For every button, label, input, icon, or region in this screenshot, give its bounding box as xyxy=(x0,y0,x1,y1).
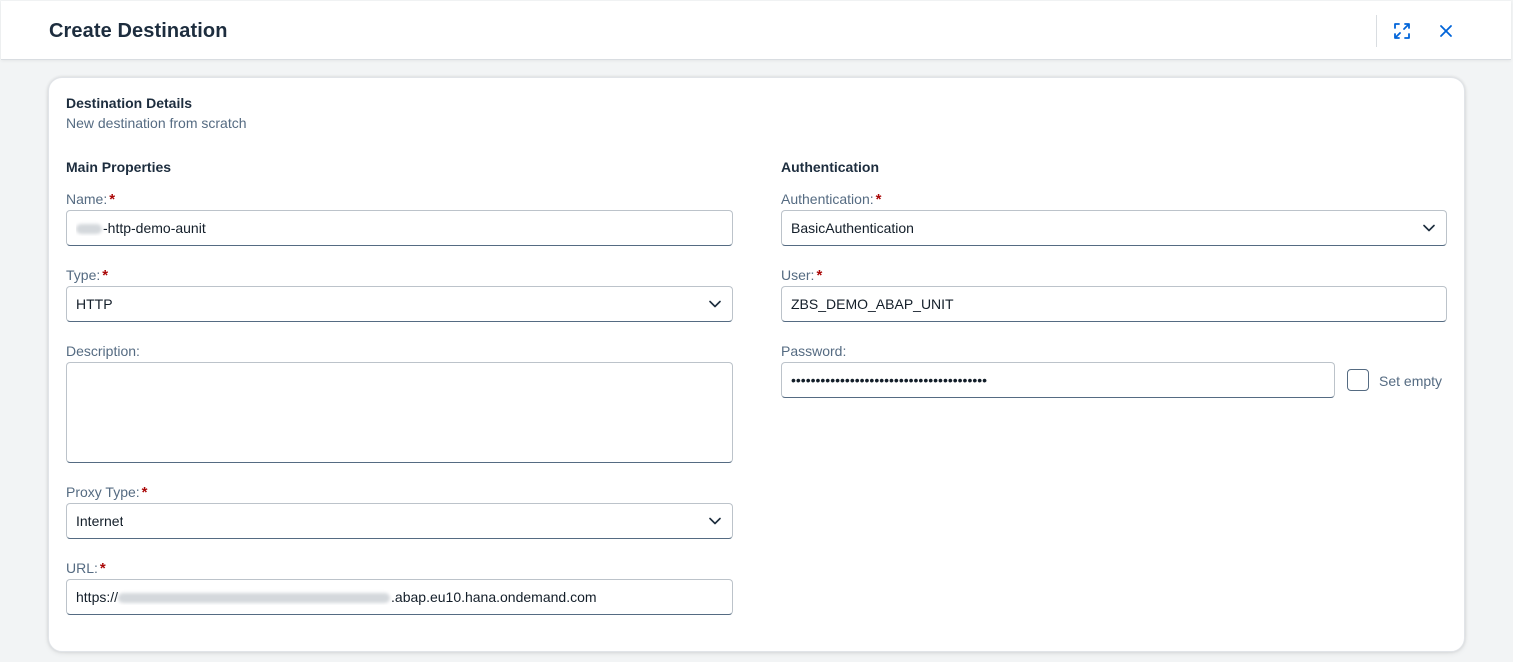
type-label: Type: * xyxy=(66,267,108,284)
close-icon xyxy=(1440,25,1452,37)
password-input[interactable]: •••••••••••••••••••••••••••••••••••••••• xyxy=(781,362,1335,398)
proxy-type-select[interactable]: Internet xyxy=(66,503,733,539)
required-marker: * xyxy=(109,191,116,208)
main-properties-title: Main Properties xyxy=(66,159,172,175)
type-label-text: Type: xyxy=(66,267,101,283)
name-value-text: -http-demo-aunit xyxy=(103,220,206,236)
authentication-title: Authentication xyxy=(781,159,879,175)
page-title: Create Destination xyxy=(49,20,228,42)
chevron-down-icon xyxy=(708,297,722,311)
user-value: ZBS_DEMO_ABAP_UNIT xyxy=(791,296,954,312)
description-textarea[interactable] xyxy=(66,362,733,463)
card-subtitle: New destination from scratch xyxy=(66,115,247,131)
required-marker: * xyxy=(816,267,823,284)
password-value: •••••••••••••••••••••••••••••••••••••••• xyxy=(791,372,988,388)
redacted-prefix xyxy=(76,224,102,235)
name-value: -http-demo-aunit xyxy=(76,220,206,236)
user-label: User: * xyxy=(781,267,822,284)
fullscreen-icon xyxy=(1394,23,1410,39)
chevron-down-icon xyxy=(708,514,722,528)
authentication-value: BasicAuthentication xyxy=(791,220,914,236)
destination-details-card: Destination Details New destination from… xyxy=(48,77,1465,652)
name-input[interactable]: -http-demo-aunit xyxy=(66,210,733,246)
url-label-text: URL: xyxy=(66,560,98,576)
required-marker: * xyxy=(102,267,109,284)
required-marker: * xyxy=(875,191,882,208)
user-label-text: User: xyxy=(781,267,815,283)
set-empty-checkbox[interactable] xyxy=(1347,369,1369,391)
authentication-label: Authentication: * xyxy=(781,191,881,208)
description-label-text: Description: xyxy=(66,343,140,359)
url-input[interactable]: https:// .abap.eu10.hana.ondemand.com xyxy=(66,579,733,615)
user-input[interactable]: ZBS_DEMO_ABAP_UNIT xyxy=(781,286,1447,322)
set-empty-label[interactable]: Set empty xyxy=(1379,373,1442,389)
chevron-down-icon xyxy=(1422,221,1436,235)
card-title: Destination Details xyxy=(66,95,193,111)
required-marker: * xyxy=(99,560,106,577)
name-label-text: Name: xyxy=(66,191,108,207)
close-button[interactable] xyxy=(1434,19,1458,43)
authentication-select[interactable]: BasicAuthentication xyxy=(781,210,1447,246)
url-label: URL: * xyxy=(66,560,106,577)
required-marker: * xyxy=(141,484,148,501)
proxy-type-label-text: Proxy Type: xyxy=(66,484,140,500)
type-select[interactable]: HTTP xyxy=(66,286,733,322)
fullscreen-button[interactable] xyxy=(1390,19,1414,43)
redacted-host xyxy=(118,593,391,604)
proxy-type-label: Proxy Type: * xyxy=(66,484,148,501)
password-label: Password: xyxy=(781,343,846,359)
name-label: Name: * xyxy=(66,191,115,208)
authentication-label-text: Authentication: xyxy=(781,191,874,207)
password-label-text: Password: xyxy=(781,343,847,359)
url-value: https:// .abap.eu10.hana.ondemand.com xyxy=(76,589,597,605)
type-value: HTTP xyxy=(76,296,113,312)
url-suffix: .abap.eu10.hana.ondemand.com xyxy=(391,589,597,605)
description-label: Description: xyxy=(66,343,140,359)
dialog-header: Create Destination xyxy=(1,1,1511,60)
proxy-type-value: Internet xyxy=(76,513,124,529)
header-divider xyxy=(1376,15,1377,47)
url-prefix: https:// xyxy=(76,589,119,605)
